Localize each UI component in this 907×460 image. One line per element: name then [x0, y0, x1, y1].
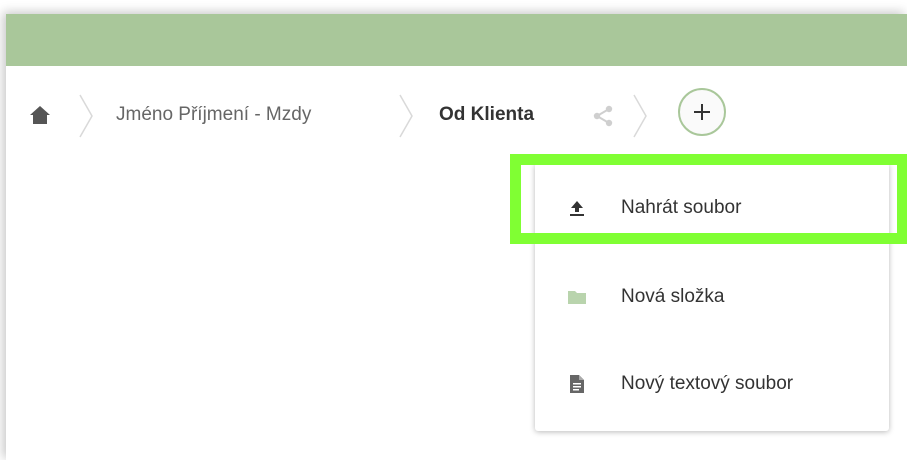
share-icon[interactable] — [591, 105, 615, 127]
home-icon[interactable] — [26, 101, 54, 129]
menu-item-label: Nahrát soubor — [621, 197, 742, 218]
plus-icon — [694, 104, 710, 120]
menu-item-new-text-file[interactable]: Nový textový soubor — [535, 341, 889, 427]
upload-icon — [565, 196, 589, 220]
app-window: Jméno Příjmení - Mzdy Od Klienta Nahrát … — [6, 14, 907, 460]
breadcrumb-item-mzdy[interactable]: Jméno Příjmení - Mzdy — [116, 103, 311, 127]
text-file-icon — [565, 372, 589, 396]
add-button[interactable] — [678, 88, 726, 136]
folder-icon — [565, 285, 589, 309]
menu-item-label: Nová složka — [621, 286, 725, 307]
menu-item-upload-file[interactable]: Nahrát soubor — [535, 165, 889, 251]
breadcrumb-item-od-klienta[interactable]: Od Klienta — [439, 103, 534, 127]
breadcrumb-separator — [633, 94, 647, 138]
breadcrumb-separator — [399, 94, 413, 138]
breadcrumb-separator — [79, 94, 93, 138]
breadcrumb: Jméno Příjmení - Mzdy Od Klienta — [6, 66, 907, 178]
menu-item-label: Nový textový soubor — [621, 373, 794, 394]
top-bar — [6, 14, 907, 66]
new-item-menu: Nahrát soubor Nová složka Nový textový s… — [535, 163, 889, 431]
menu-item-new-folder[interactable]: Nová složka — [535, 254, 889, 340]
